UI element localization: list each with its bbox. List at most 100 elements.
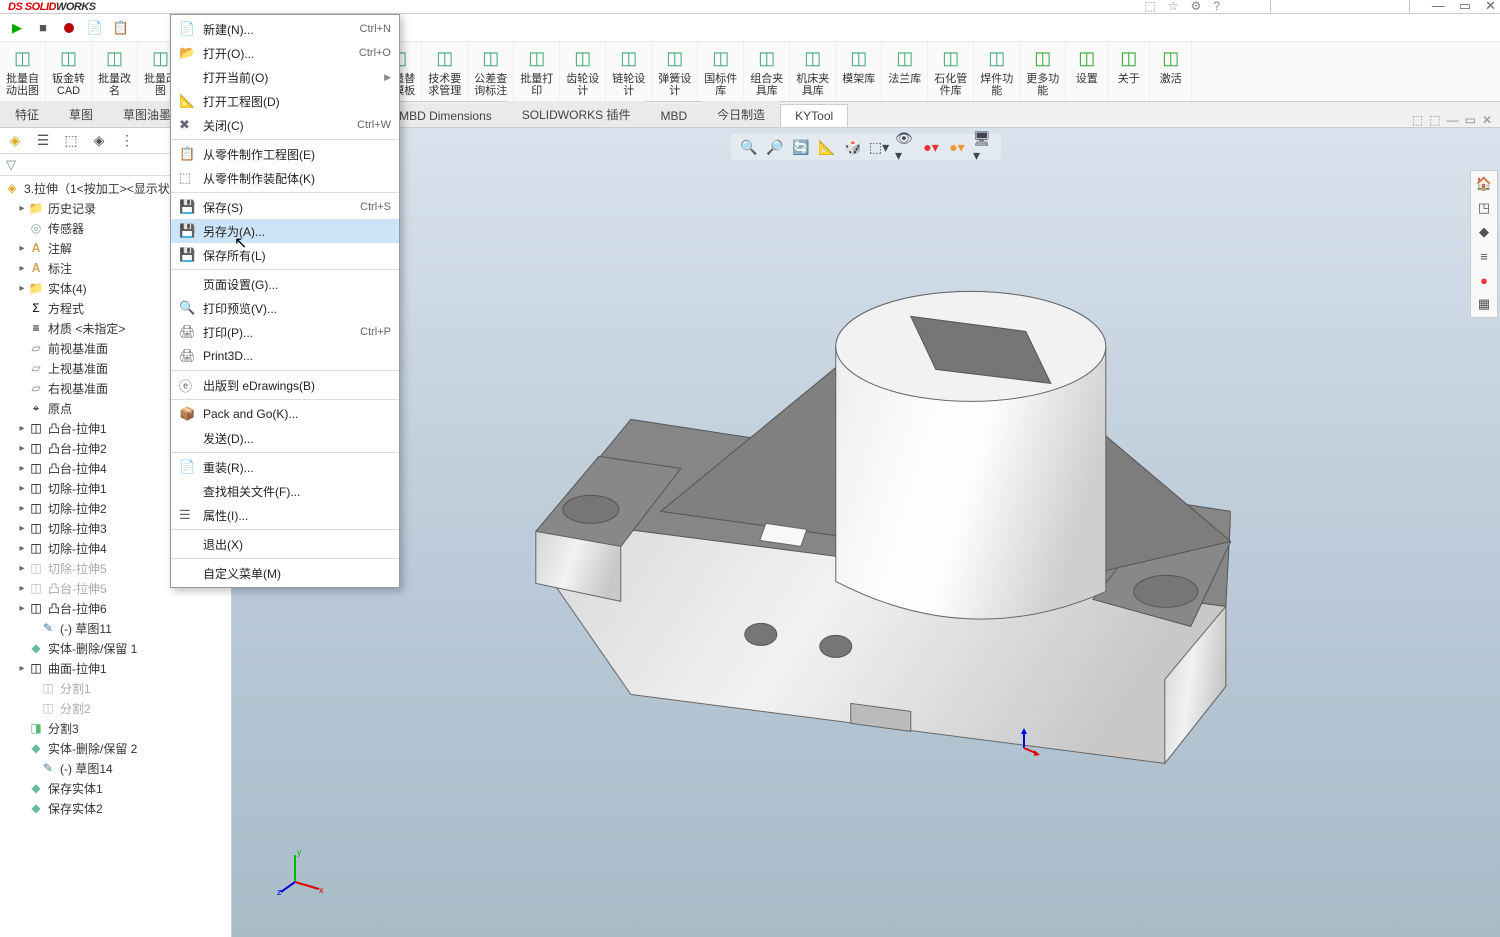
ribbon-button[interactable]: ◫更多功 能 <box>1020 42 1066 101</box>
menu-item[interactable]: 💾保存所有(L) <box>171 243 399 267</box>
tree-arrow-icon[interactable]: ▸ <box>16 543 28 554</box>
menu-item[interactable]: 自定义菜单(M) <box>171 561 399 585</box>
menu-item[interactable]: 📐打开工程图(D) <box>171 89 399 113</box>
menu-item[interactable]: 查找相关文件(F)... <box>171 479 399 503</box>
command-tab[interactable]: 特征 <box>0 101 54 127</box>
command-tab[interactable]: KYTool <box>780 104 848 127</box>
tree-item[interactable]: ◫分割2 <box>0 698 231 718</box>
doc-icon[interactable]: 📄 <box>86 19 104 37</box>
command-tab[interactable]: MBD Dimensions <box>384 104 507 127</box>
ribbon-button[interactable]: ◫模架库 <box>836 42 882 101</box>
record-icon[interactable] <box>60 19 78 37</box>
menu-item[interactable]: 💾保存(S)Ctrl+S <box>171 195 399 219</box>
display-icon[interactable]: ◈ <box>90 132 108 150</box>
ribbon-button[interactable]: ◫法兰库 <box>882 42 928 101</box>
tree-arrow-icon[interactable]: ▸ <box>16 243 28 254</box>
display-style-icon[interactable]: ⬚▾ <box>869 137 889 157</box>
home-icon[interactable]: 🏠 <box>1474 174 1494 194</box>
tree-arrow-icon[interactable]: ▸ <box>16 483 28 494</box>
menu-item[interactable]: 发送(D)... <box>171 426 399 450</box>
tree-item[interactable]: ▸◫曲面-拉伸1 <box>0 658 231 678</box>
property-icon[interactable]: ☰ <box>34 132 52 150</box>
tree-arrow-icon[interactable]: ▸ <box>16 283 28 294</box>
tree-item[interactable]: ◨分割3 <box>0 718 231 738</box>
menu-item[interactable]: 退出(X) <box>171 532 399 556</box>
command-tab[interactable]: SOLIDWORKS 插件 <box>507 101 646 127</box>
ribbon-button[interactable]: ◫链轮设 计 <box>606 42 652 101</box>
maximize-icon[interactable]: ▭ <box>1459 0 1471 14</box>
rs-icon-5[interactable]: ● <box>1474 270 1494 290</box>
ribbon-button[interactable]: ◫批量改 名 <box>92 42 138 101</box>
tree-item[interactable]: ◆保存实体1 <box>0 778 231 798</box>
tree-item[interactable]: ◆实体-删除/保留 2 <box>0 738 231 758</box>
ribbon-button[interactable]: ◫批量自 动出图 <box>0 42 46 101</box>
tree-arrow-icon[interactable]: ▸ <box>16 203 28 214</box>
stop-icon[interactable]: ■ <box>34 19 52 37</box>
rs-icon-4[interactable]: ≡ <box>1474 246 1494 266</box>
appearance-icon[interactable]: ●▾ <box>921 137 941 157</box>
right-toolbar[interactable]: 🏠 ◳ ◆ ≡ ● ▦ <box>1470 170 1498 318</box>
zoom-fit-icon[interactable]: 🔍 <box>739 137 759 157</box>
config-icon[interactable]: ⬚ <box>62 132 80 150</box>
tree-item[interactable]: ◫分割1 <box>0 678 231 698</box>
tree-arrow-icon[interactable]: ▸ <box>16 583 28 594</box>
menu-item[interactable]: 💾另存为(A)... <box>171 219 399 243</box>
menu-item[interactable]: ⓔ出版到 eDrawings(B) <box>171 373 399 397</box>
ribbon-button[interactable]: ◫齿轮设 计 <box>560 42 606 101</box>
menu-item[interactable]: 打开当前(O)▶ <box>171 65 399 89</box>
view-orient-icon[interactable]: 🎲 <box>843 137 863 157</box>
titlebar-icons[interactable]: ⬚☆⚙? <box>1144 0 1220 13</box>
ribbon-button[interactable]: ◫组合夹 具库 <box>744 42 790 101</box>
command-tab[interactable]: 草图 <box>54 101 108 127</box>
render-icon[interactable]: 🖥▾ <box>973 137 993 157</box>
tree-item[interactable]: ◆保存实体2 <box>0 798 231 818</box>
menu-item[interactable]: 🖨打印(P)...Ctrl+P <box>171 320 399 344</box>
filter-icon[interactable]: ▽ <box>6 157 16 173</box>
menu-item[interactable]: 📦Pack and Go(K)... <box>171 402 399 426</box>
ribbon-button[interactable]: ◫焊件功 能 <box>974 42 1020 101</box>
tree-arrow-icon[interactable]: ▸ <box>16 523 28 534</box>
ribbon-button[interactable]: ◫国标件 库 <box>698 42 744 101</box>
ribbon-button[interactable]: ◫弹簧设 计 <box>652 42 698 101</box>
menu-item[interactable]: 📋从零件制作工程图(E) <box>171 142 399 166</box>
command-tab[interactable]: MBD <box>645 104 702 127</box>
rs-icon-3[interactable]: ◆ <box>1474 222 1494 242</box>
prev-view-icon[interactable]: 🔄 <box>791 137 811 157</box>
menu-item[interactable]: ☰属性(I)... <box>171 503 399 527</box>
ribbon-button[interactable]: ◫关于 <box>1108 42 1150 101</box>
tree-arrow-icon[interactable]: ▸ <box>16 423 28 434</box>
menu-item[interactable]: 📂打开(O)...Ctrl+O <box>171 41 399 65</box>
ribbon-button[interactable]: ◫钣金转 CAD <box>46 42 92 101</box>
ribbon-button[interactable]: ◫激活 <box>1150 42 1192 101</box>
tree-arrow-icon[interactable]: ▸ <box>16 563 28 574</box>
tab-right-controls[interactable]: ⬚⬚—▭✕ <box>1412 113 1500 127</box>
tree-arrow-icon[interactable]: ▸ <box>16 443 28 454</box>
tree-arrow-icon[interactable]: ▸ <box>16 463 28 474</box>
rs-icon-2[interactable]: ◳ <box>1474 198 1494 218</box>
section-icon[interactable]: 📐 <box>817 137 837 157</box>
minimize-icon[interactable]: — <box>1432 0 1445 14</box>
tree-arrow-icon[interactable]: ▸ <box>16 263 28 274</box>
play-icon[interactable]: ▶ <box>8 19 26 37</box>
menu-item[interactable]: 页面设置(G)... <box>171 272 399 296</box>
menu-item[interactable]: 🖨Print3D... <box>171 344 399 368</box>
command-tab[interactable]: 今日制造 <box>702 101 780 127</box>
view-toolbar[interactable]: 🔍 🔎 🔄 📐 🎲 ⬚▾ 👁▾ ●▾ ●▾ 🖥▾ <box>731 134 1001 160</box>
menu-item[interactable]: ⬚从零件制作装配体(K) <box>171 166 399 190</box>
menu-item[interactable]: ✖关闭(C)Ctrl+W <box>171 113 399 137</box>
window-controls[interactable]: — ▭ ✕ <box>1432 0 1496 14</box>
rs-icon-6[interactable]: ▦ <box>1474 294 1494 314</box>
zoom-area-icon[interactable]: 🔎 <box>765 137 785 157</box>
feature-tree-icon[interactable]: ◈ <box>6 132 24 150</box>
ribbon-button[interactable]: ◫设置 <box>1066 42 1108 101</box>
ribbon-button[interactable]: ◫技术要 求管理 <box>422 42 468 101</box>
close-icon[interactable]: ✕ <box>1485 0 1496 14</box>
doc2-icon[interactable]: 📋 <box>112 19 130 37</box>
ribbon-button[interactable]: ◫公差查 询标注 <box>468 42 514 101</box>
scene-icon[interactable]: ●▾ <box>947 137 967 157</box>
menu-item[interactable]: 🔍打印预览(V)... <box>171 296 399 320</box>
ribbon-button[interactable]: ◫批量打 印 <box>514 42 560 101</box>
menu-item[interactable]: 📄新建(N)...Ctrl+N <box>171 17 399 41</box>
ribbon-button[interactable]: ◫石化管 件库 <box>928 42 974 101</box>
tree-arrow-icon[interactable]: ▸ <box>16 663 28 674</box>
